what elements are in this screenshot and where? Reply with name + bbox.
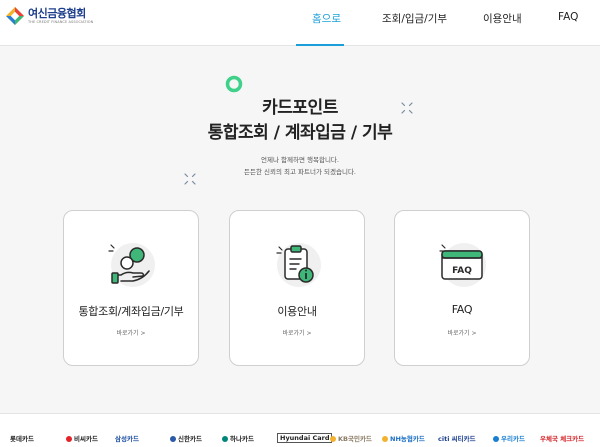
hero-desc-line1: 언제나 함께하면 행복합니다.: [261, 156, 339, 164]
logo-title: 여신금융협회: [28, 6, 86, 20]
partner-bar: 롯데카드 비씨카드 삼성카드 신한카드 하나카드 Hyundai Card KB…: [0, 413, 600, 447]
hero-desc-line2: 든든한 신뢰의 최고 파트너가 되겠습니다.: [244, 168, 356, 176]
header: 여신금융협회 THE CREDIT FINANCE ASSOCIATION 홈으…: [0, 0, 600, 46]
card-faq[interactable]: FAQ FAQ 바로가기 >: [394, 210, 530, 366]
bc-logo-icon: [66, 436, 72, 442]
logo-mark-icon: [6, 7, 24, 25]
hero-title-line2: 통합조회 / 계좌입금 / 기부: [207, 123, 393, 143]
partner-bc-card[interactable]: 비씨카드: [66, 433, 98, 443]
card-go-link[interactable]: 바로가기 >: [64, 328, 198, 337]
partner-samsung-card[interactable]: 삼성카드: [115, 433, 139, 443]
card-inquiry-deposit-donation[interactable]: 통합조회/계좌입금/기부 바로가기 >: [63, 210, 199, 366]
partner-label: 비씨카드: [74, 435, 98, 443]
card-go-link[interactable]: 바로가기 >: [230, 328, 364, 337]
partner-label: KB국민카드: [338, 435, 372, 443]
woori-logo-icon: [493, 436, 499, 442]
partner-nh-card[interactable]: NH농협카드: [382, 433, 425, 443]
coin-hand-icon: [103, 235, 159, 291]
partner-shinhan-card[interactable]: 신한카드: [170, 433, 202, 443]
partner-label: 롯데카드: [10, 435, 34, 443]
logo[interactable]: 여신금융협회 THE CREDIT FINANCE ASSOCIATION: [6, 7, 93, 25]
nh-logo-icon: [382, 436, 388, 442]
partner-label: 신한카드: [178, 435, 202, 443]
partner-label: NH농협카드: [390, 435, 425, 443]
partner-label: 하나카드: [230, 435, 254, 443]
nav-home[interactable]: 홈으로: [312, 11, 341, 26]
kb-logo-icon: [330, 436, 336, 442]
card-title: 통합조회/계좌입금/기부: [78, 305, 184, 318]
partner-label: 우리카드: [501, 435, 525, 443]
partner-hyundai-card[interactable]: Hyundai Card: [277, 433, 333, 443]
hana-logo-icon: [222, 436, 228, 442]
clipboard-info-icon: [269, 235, 325, 291]
nav-inquiry-deposit-donation[interactable]: 조회/입금/기부: [382, 11, 447, 26]
card-guide[interactable]: 이용안내 바로가기 >: [229, 210, 365, 366]
partner-citi-card[interactable]: citi 씨티카드: [438, 433, 476, 443]
nav-guide[interactable]: 이용안내: [483, 11, 522, 26]
partner-kb-card[interactable]: KB국민카드: [330, 433, 372, 443]
shinhan-logo-icon: [170, 436, 176, 442]
nav-active-indicator: [296, 44, 344, 46]
logo-subtitle: THE CREDIT FINANCE ASSOCIATION: [28, 19, 94, 24]
partner-label: Hyundai Card: [280, 434, 330, 442]
partner-woori-card[interactable]: 우리카드: [493, 433, 525, 443]
partner-hana-card[interactable]: 하나카드: [222, 433, 254, 443]
nav-faq[interactable]: FAQ: [558, 11, 578, 23]
partner-post-check-card[interactable]: 우체국 체크카드: [540, 433, 584, 443]
card-go-link[interactable]: 바로가기 >: [395, 328, 529, 337]
hero-title-line1: 카드포인트: [262, 98, 338, 118]
card-title: FAQ: [451, 303, 473, 316]
partner-label: 우체국 체크카드: [540, 435, 585, 443]
card-title: 이용안내: [277, 305, 317, 318]
faq-window-icon: FAQ: [434, 235, 490, 291]
svg-text:FAQ: FAQ: [452, 266, 472, 276]
partner-lotte-card[interactable]: 롯데카드: [10, 433, 34, 443]
partner-label: citi 씨티카드: [438, 435, 476, 443]
partner-label: 삼성카드: [115, 435, 139, 443]
